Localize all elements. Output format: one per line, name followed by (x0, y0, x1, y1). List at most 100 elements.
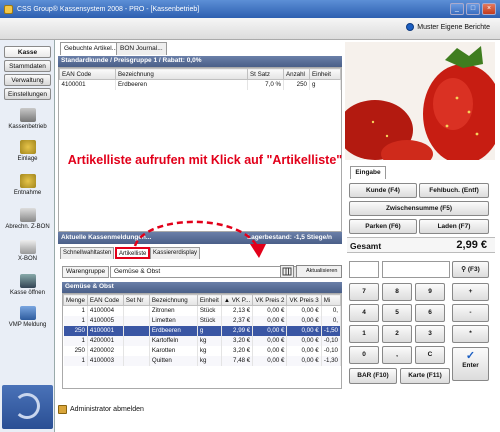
table-row[interactable]: 4100001 Erdbeeren 7,0 % 250 g (59, 79, 341, 90)
article-input[interactable] (382, 261, 450, 278)
keypad-3-button[interactable]: 3 (415, 325, 445, 343)
booked-items-panel: EAN Code Bezeichnung St Satz Anzahl Einh… (58, 67, 342, 232)
col-set-nr[interactable]: Set Nr (122, 294, 150, 306)
nav-item-kassenbetrieb[interactable]: Kassenbetrieb (2, 108, 53, 130)
keypad-minus-button[interactable]: - (452, 304, 489, 322)
muster-reports-link[interactable]: Muster Eigene Berichte (406, 23, 490, 31)
keypad-4-button[interactable]: 4 (349, 304, 379, 322)
nav-tab-einstellungen[interactable]: Einstellungen (4, 88, 51, 100)
tab-kassiererdisplay[interactable]: Kassiererdisplay (150, 247, 201, 259)
admin-logout[interactable]: Administrator abmelden (58, 402, 258, 416)
table-row[interactable]: 250 4100001 Erdbeeren g 2,99 €0,00 €0,00 € -1… (63, 325, 342, 336)
tab-schnellwahltasten[interactable]: Schnellwahltasten (60, 247, 115, 259)
bar-payment-button[interactable]: BAR (F10) (349, 368, 397, 384)
booked-items-table: EAN Code Bezeichnung St Satz Anzahl Einh… (59, 68, 341, 90)
grid-view-button[interactable] (280, 265, 294, 278)
keypad-7-button[interactable]: 7 (349, 283, 379, 301)
table-row[interactable]: 1 4100005 Limetten Stück 2,37 €0,00 €0,00 €0… (63, 315, 342, 326)
cell-vk1: 3,20 € (221, 345, 254, 356)
refresh-button[interactable]: Aktualisieren (296, 265, 342, 278)
col-vk-preis-2[interactable]: VK Preis 2 (252, 294, 288, 306)
cell-vk3: 0,00 € (286, 315, 322, 326)
laden-button[interactable]: Laden (F7) (419, 219, 489, 234)
cell-ean: 4100005 (87, 315, 124, 326)
zwischensumme-button[interactable]: Zwischensumme (F5) (349, 201, 489, 216)
nav-tab-kasse[interactable]: Kasse (4, 46, 51, 58)
enter-button[interactable]: ✓ Enter (452, 347, 489, 381)
keypad-comma-button[interactable]: , (382, 346, 412, 364)
binoculars-icon: ⚲ (461, 266, 467, 273)
table-row[interactable]: 1 4200001 Kartoffeln kg 3,20 €0,00 €0,00 € -0… (63, 335, 342, 346)
cell-vk3: 0,00 € (286, 345, 322, 356)
cell-mi: -0,10 (321, 345, 342, 356)
cell-menge: 250 (63, 325, 88, 336)
col-bezeichnung[interactable]: Bezeichnung (148, 294, 198, 306)
maximize-button[interactable]: □ (466, 3, 480, 15)
nav-item-einlage[interactable]: Einlage (2, 140, 53, 162)
table-row[interactable]: 250 4200002 Karotten kg 3,20 €0,00 €0,00 € -0… (63, 345, 342, 356)
parken-button[interactable]: Parken (F6) (349, 219, 417, 234)
table-row[interactable]: 1 4100003 Quitten kg 7,48 €0,00 €0,00 € -1,30 (63, 355, 342, 366)
cell-einheit: kg (197, 345, 222, 356)
search-button[interactable]: ⚲ (F3) (452, 261, 489, 278)
cell-vk1: 7,48 € (221, 355, 254, 366)
keypad-1-button[interactable]: 1 (349, 325, 379, 343)
keypad-9-button[interactable]: 9 (415, 283, 445, 301)
tab-eingabe[interactable]: Eingabe (350, 166, 386, 179)
keypad-6-button[interactable]: 6 (415, 304, 445, 322)
col-vk-preis-3[interactable]: VK Preis 3 (286, 294, 322, 306)
stock-status: Lagerbestand: -1,5 Stiege/n (247, 234, 332, 241)
keypad-0-button[interactable]: 0 (349, 346, 379, 364)
fehlbuch-button[interactable]: Fehlbuch. (Entf) (419, 183, 489, 198)
col-einheit[interactable]: Einheit (309, 68, 341, 80)
kunde-button[interactable]: Kunde (F4) (349, 183, 417, 198)
cell-name: Kartoffeln (149, 335, 198, 346)
keypad-5-button[interactable]: 5 (382, 304, 412, 322)
cell-ean: 4100001 (87, 325, 124, 336)
nav-item-entnahme[interactable]: Entnahme (2, 174, 53, 196)
product-group-select[interactable]: Gemüse & Obst ▼ (110, 266, 304, 278)
nav-item-vmp-meldung[interactable]: VMP Meldung (2, 306, 53, 328)
nav-item-xbon[interactable]: X-BON (2, 240, 53, 262)
col-satz[interactable]: St Satz (247, 68, 284, 80)
keypad-plus-button[interactable]: + (452, 283, 489, 301)
col-einheit[interactable]: Einheit (196, 294, 222, 306)
key-icon (19, 274, 36, 288)
col-ean[interactable]: EAN Code (86, 294, 124, 306)
nav-item-kasse-oeffnen[interactable]: Kasse öffnen (2, 274, 53, 296)
cell-menge: 250 (63, 345, 88, 356)
keypad-multiply-button[interactable]: * (452, 325, 489, 343)
nav-tab-stammdaten[interactable]: Stammdaten (4, 60, 51, 72)
product-image (345, 42, 495, 160)
cell-mi: -1,30 (321, 355, 342, 366)
col-vk-preis-1[interactable]: ▲ VK P... (220, 294, 254, 306)
keypad-8-button[interactable]: 8 (382, 283, 412, 301)
col-menge[interactable]: Menge (63, 294, 88, 306)
tab-gebuchte-artikel[interactable]: Gebuchte Artikel... (60, 42, 122, 55)
card-payment-button[interactable]: Karte (F11) (400, 368, 450, 384)
close-button[interactable]: × (482, 3, 496, 15)
tab-bon-journal[interactable]: BON Journal... (116, 42, 167, 55)
cell-mi: -1,50 (321, 325, 342, 336)
nav-item-abrechn-zbon[interactable]: Abrechn. Z-BON (2, 208, 53, 230)
col-mi[interactable]: Mi (320, 294, 342, 306)
customer-bar: Standardkunde / Preisgruppe 1 / Rabatt: … (58, 56, 342, 67)
col-ean[interactable]: EAN Code (59, 68, 116, 80)
group-header: Gemüse & Obst (62, 282, 342, 293)
col-bezeichnung[interactable]: Bezeichnung (115, 68, 248, 80)
table-row[interactable]: 1 4100004 Zitronen Stück 2,13 €0,00 €0,00 €0… (63, 305, 342, 316)
col-anzahl[interactable]: Anzahl (283, 68, 310, 80)
cell-mi: 0, (321, 315, 342, 326)
cell-set (123, 355, 150, 366)
minimize-button[interactable]: _ (450, 3, 464, 15)
keypad-2-button[interactable]: 2 (382, 325, 412, 343)
cash-register-icon (19, 108, 36, 122)
cell-einheit: kg (197, 355, 222, 366)
nav-tab-verwaltung[interactable]: Verwaltung (4, 74, 51, 86)
total-display: Gesamt 2,99 € (347, 237, 495, 253)
cell-menge: 1 (63, 315, 88, 326)
app-icon (4, 4, 13, 14)
quantity-input[interactable] (349, 261, 379, 278)
keypad-clear-button[interactable]: C (415, 346, 445, 364)
tab-artikelliste[interactable]: Artikelliste (115, 247, 151, 259)
